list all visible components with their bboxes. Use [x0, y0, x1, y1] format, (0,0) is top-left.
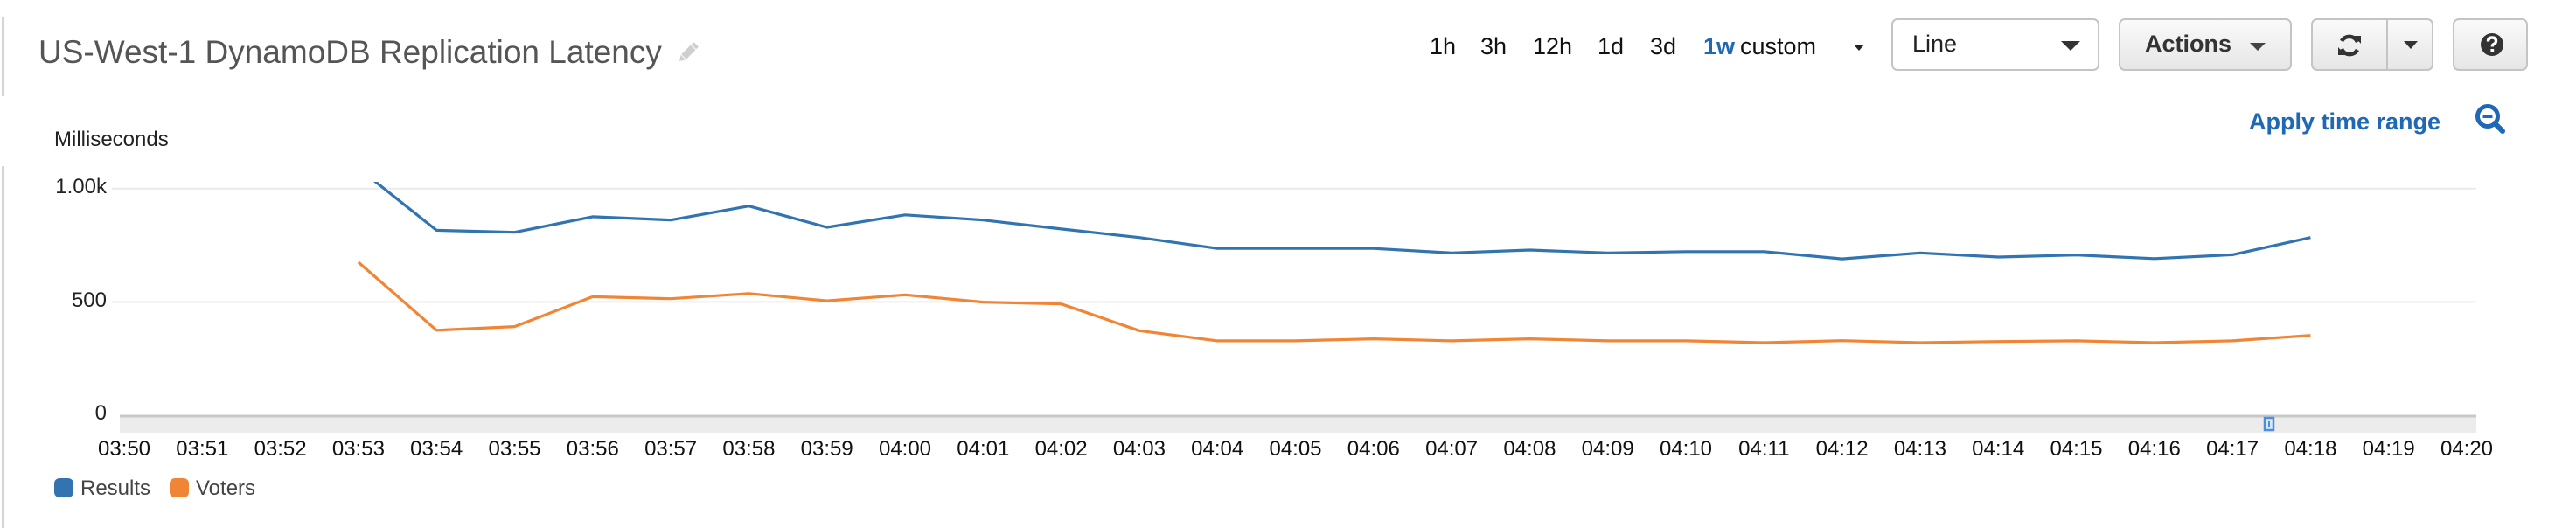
- data-point-results: [825, 226, 829, 229]
- data-point-voters: [513, 325, 517, 329]
- legend-label: Voters: [196, 476, 256, 500]
- data-point-voters: [591, 295, 595, 298]
- data-point-voters: [2153, 341, 2156, 344]
- x-tick-label: 03:55: [488, 437, 541, 461]
- data-point-results: [2231, 253, 2234, 256]
- data-point-voters: [1841, 339, 1844, 343]
- data-point-results: [1060, 227, 1063, 231]
- data-point-voters: [1450, 339, 1453, 343]
- data-point-results: [2308, 236, 2312, 240]
- x-tick-label: 03:56: [566, 437, 619, 461]
- legend-item-results[interactable]: Results: [54, 476, 159, 500]
- data-point-voters: [825, 299, 829, 302]
- data-point-voters: [1372, 337, 1375, 341]
- data-point-results: [513, 231, 517, 234]
- x-tick-label: 03:53: [331, 437, 385, 461]
- x-tick-label: 04:19: [2362, 437, 2415, 461]
- data-point-voters: [1528, 337, 1531, 341]
- data-point-voters: [357, 261, 360, 264]
- x-tick-label: 04:07: [1425, 437, 1479, 461]
- data-point-voters: [2075, 339, 2078, 343]
- x-tick-label: 04:08: [1503, 437, 1556, 461]
- x-tick-label: 04:00: [878, 437, 932, 461]
- data-point-results: [1918, 251, 1922, 254]
- x-tick-label: 04:14: [1972, 437, 2025, 461]
- legend-item-voters[interactable]: Voters: [170, 476, 275, 500]
- data-point-voters: [1138, 329, 1141, 332]
- x-tick-label: 03:58: [722, 437, 776, 461]
- data-point-voters: [1762, 341, 1765, 344]
- data-point-voters: [1215, 339, 1219, 343]
- x-tick-label: 04:15: [2050, 437, 2103, 461]
- data-point-results: [2153, 257, 2156, 261]
- data-point-results: [981, 219, 985, 222]
- x-tick-label: 03:57: [644, 437, 698, 461]
- data-point-voters: [747, 292, 750, 295]
- data-point-voters: [981, 301, 985, 304]
- x-tick-label: 04:01: [957, 437, 1010, 461]
- data-point-results: [1215, 247, 1219, 250]
- x-tick-label: 04:02: [1034, 437, 1088, 461]
- data-point-results: [903, 213, 907, 217]
- data-point-voters: [669, 297, 672, 301]
- time-scrollbar-track: [120, 415, 2476, 433]
- x-tick-label: 04:13: [1893, 437, 1946, 461]
- data-point-voters: [1294, 339, 1298, 343]
- x-tick-label: 04:16: [2127, 437, 2181, 461]
- data-point-results: [1606, 251, 1610, 254]
- data-point-voters: [903, 293, 907, 296]
- legend-label: Results: [80, 476, 151, 500]
- x-tick-label: 04:20: [2440, 437, 2494, 461]
- data-point-results: [591, 215, 595, 219]
- series-line-results: [372, 182, 2311, 261]
- data-point-results: [1294, 247, 1298, 250]
- data-point-results: [1841, 257, 1844, 261]
- data-point-voters: [1684, 339, 1688, 343]
- data-point-voters: [1996, 340, 2000, 344]
- data-point-voters: [2231, 339, 2234, 343]
- x-tick-label: 04:04: [1191, 437, 1244, 461]
- data-point-results: [1684, 250, 1688, 254]
- data-point-results: [1996, 255, 2000, 259]
- x-tick-label: 03:59: [800, 437, 853, 461]
- data-point-results: [1528, 248, 1531, 252]
- legend-swatch-voters: [170, 478, 189, 497]
- x-tick-label: 04:05: [1269, 437, 1322, 461]
- x-tick-label: 04:17: [2206, 437, 2259, 461]
- legend-swatch-results: [54, 478, 73, 497]
- data-point-results: [435, 228, 438, 232]
- data-point-voters: [2308, 334, 2312, 337]
- x-tick-label: 03:54: [410, 437, 463, 461]
- data-point-results: [1762, 250, 1765, 254]
- data-point-voters: [1918, 341, 1922, 344]
- data-point-results: [1138, 236, 1141, 240]
- data-point-voters: [435, 329, 438, 332]
- x-tick-label: 04:06: [1347, 437, 1400, 461]
- data-point-results: [747, 205, 750, 208]
- x-tick-label: 04:10: [1659, 437, 1713, 461]
- x-tick-label: 03:51: [176, 437, 229, 461]
- data-point-results: [357, 166, 360, 170]
- data-point-results: [2075, 254, 2078, 257]
- x-tick-label: 03:52: [254, 437, 307, 461]
- data-point-results: [669, 219, 672, 222]
- x-tick-label: 04:09: [1581, 437, 1634, 461]
- data-point-voters: [1060, 302, 1063, 306]
- x-tick-label: 04:03: [1112, 437, 1166, 461]
- data-point-results: [1450, 251, 1453, 254]
- data-point-voters: [1606, 339, 1610, 343]
- x-tick-label: 03:50: [97, 437, 151, 461]
- x-tick-label: 04:12: [1815, 437, 1869, 461]
- data-point-results: [1372, 247, 1375, 250]
- x-tick-label: 04:11: [1738, 437, 1790, 461]
- scrollbar-handle-grip: [2268, 421, 2270, 427]
- x-tick-label: 04:18: [2284, 437, 2337, 461]
